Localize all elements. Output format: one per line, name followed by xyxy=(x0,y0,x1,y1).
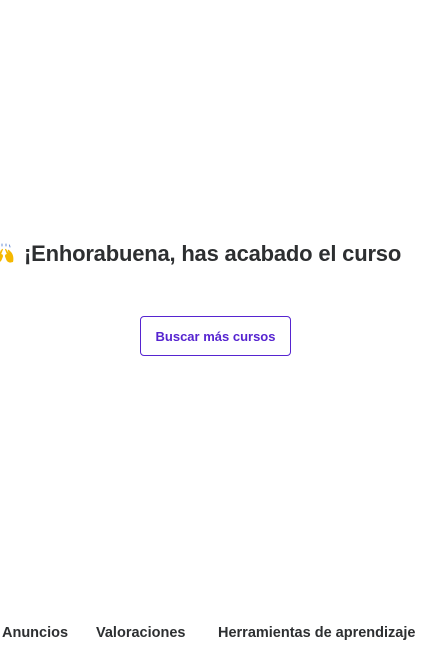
find-more-courses-button[interactable]: Buscar más cursos xyxy=(140,316,291,356)
tab-reviews[interactable]: Valoraciones xyxy=(96,624,185,642)
raising-hands-icon xyxy=(0,242,16,266)
course-tabs: Anuncios Valoraciones Herramientas de ap… xyxy=(0,612,430,646)
congrats-message: ¡Enhorabuena, has acabado el curso xyxy=(24,241,402,266)
course-complete-page: ¡Enhorabuena, has acabado el curso Busca… xyxy=(0,0,430,646)
congrats-heading: ¡Enhorabuena, has acabado el curso xyxy=(0,240,401,268)
tab-learning-tools[interactable]: Herramientas de aprendizaje xyxy=(218,624,415,642)
tab-announcements[interactable]: Anuncios xyxy=(2,624,68,642)
